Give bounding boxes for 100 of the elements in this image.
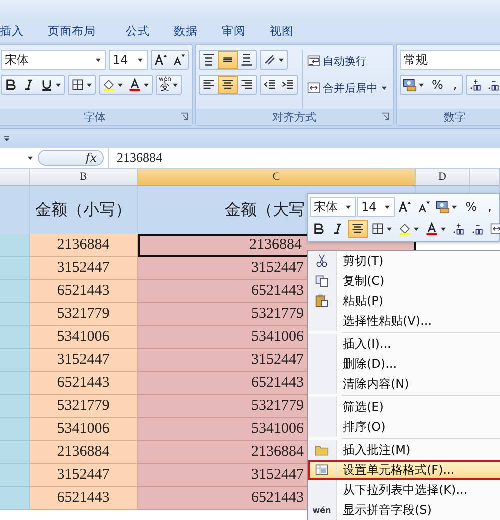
table-cell: 2136884	[30, 441, 138, 464]
menu-item[interactable]: 设置单元格格式(F)...	[308, 460, 500, 480]
table-cell: 5321779	[30, 303, 138, 326]
table-cell	[0, 464, 30, 487]
font-name-field[interactable]: 宋体	[310, 197, 356, 217]
align-top-icon	[202, 53, 216, 67]
dropdown-arrow-icon	[137, 58, 144, 62]
dropdown-arrow-icon	[278, 58, 285, 62]
shrink-font-icon	[172, 53, 186, 67]
folder-icon	[315, 443, 329, 457]
scissors-icon	[315, 254, 329, 268]
wrap-text-icon	[307, 54, 321, 68]
currency-icon	[436, 200, 450, 214]
column-header[interactable]: B	[30, 169, 138, 186]
table-cell: 6521443	[30, 372, 138, 395]
dropdown-arrow-icon	[384, 204, 391, 210]
table-cell	[0, 303, 30, 326]
align-button[interactable]	[218, 51, 238, 69]
group-caption: 字体	[84, 110, 106, 124]
dropdown-arrow-icon	[413, 226, 420, 232]
clipboard-icon	[315, 294, 329, 308]
menu-item[interactable]: 选择性粘贴(V)...	[308, 311, 500, 331]
borders-icon	[371, 222, 385, 236]
table-cell	[0, 186, 30, 234]
dropdown-arrow-icon	[117, 82, 124, 88]
ribbon-tab[interactable]: 插入	[0, 24, 38, 38]
column-header[interactable]: D	[416, 169, 470, 186]
percent-button[interactable]: %	[427, 76, 448, 94]
table-cell	[0, 326, 30, 349]
align-button[interactable]	[218, 76, 238, 94]
font-color-icon	[425, 222, 439, 236]
ribbon-tab[interactable]: 审阅	[210, 24, 258, 38]
ribbon-tab[interactable]: 页面布局	[38, 24, 114, 38]
table-cell	[0, 257, 30, 280]
comma-button[interactable]: ,	[483, 198, 497, 216]
menu-item[interactable]: 筛选(E)	[308, 397, 500, 417]
align-center-button[interactable]	[348, 220, 368, 238]
column-header[interactable]: C	[138, 169, 416, 186]
group-caption: 数字	[444, 110, 466, 124]
table-cell: 3152447	[30, 349, 138, 372]
bold-icon	[312, 222, 326, 236]
dropdown-arrow-icon	[345, 204, 352, 210]
borders-icon	[71, 78, 85, 92]
ribbon-tab[interactable]: 公式	[114, 24, 162, 38]
ribbon-tab[interactable]: 视图	[258, 24, 306, 38]
group-caption: 对齐方式	[272, 110, 316, 124]
table-cell: 金额（小写）	[30, 186, 138, 234]
dropdown-arrow-icon	[381, 86, 388, 90]
dropdown-arrow-icon	[86, 82, 93, 88]
menu-item[interactable]: 插入(I)...	[308, 334, 500, 354]
table-cell: 5341006	[30, 418, 138, 441]
outdent-icon	[263, 78, 277, 92]
table-cell: 6521443	[30, 487, 138, 510]
number-format-field[interactable]: 常规	[400, 50, 500, 70]
align-center-icon	[351, 222, 365, 236]
table-cell	[0, 372, 30, 395]
dropdown-arrow-icon	[143, 82, 150, 88]
table-cell	[0, 418, 30, 441]
table-cell	[0, 395, 30, 418]
align-center-icon	[221, 78, 235, 92]
fill-bucket-icon	[398, 222, 412, 236]
menu-item[interactable]: 插入批注(M)	[308, 440, 500, 460]
table-cell: 5321779	[30, 395, 138, 418]
table-cell	[0, 234, 30, 257]
ribbon-tab[interactable]: 数据	[162, 24, 210, 38]
table-cell: 3152447	[30, 464, 138, 487]
merge-center-button[interactable]: 合并后居中	[305, 77, 390, 99]
table-cell: 2136884	[30, 234, 138, 257]
wrap-text-button[interactable]: 自动换行	[305, 50, 390, 72]
bold-icon	[4, 78, 18, 92]
menu-item[interactable]: 排序(O)	[308, 417, 500, 437]
dialog-launcher-icon	[381, 112, 390, 121]
font-size-field[interactable]: 14	[357, 197, 395, 217]
dropdown-arrow-icon	[440, 226, 447, 232]
dropdown-arrow-icon	[450, 204, 458, 210]
increase-decimal-icon	[452, 222, 466, 236]
font-color-icon	[128, 78, 142, 92]
font-name-field[interactable]: 宋体	[1, 50, 106, 70]
font-size-field[interactable]: 14	[108, 50, 148, 70]
insert-function-button[interactable]: fx	[86, 151, 97, 165]
formula-input[interactable]: 2136884	[108, 148, 500, 168]
percent-button[interactable]: %	[460, 198, 482, 216]
table-cell	[0, 280, 30, 303]
increase-decimal-icon	[469, 78, 484, 92]
fill-bucket-icon	[102, 78, 116, 92]
table-cell	[0, 487, 30, 510]
orientation-icon	[263, 53, 277, 67]
table-cell	[0, 349, 30, 372]
dropdown-arrow-icon	[172, 82, 180, 88]
dropdown-arrow-icon	[418, 82, 425, 88]
currency-icon	[403, 78, 417, 92]
comma-button[interactable]: ,	[448, 76, 462, 94]
dropdown-arrow-icon	[55, 82, 62, 88]
menu-item[interactable]: 清除内容(N)	[308, 374, 500, 394]
dialog-launcher-icon	[180, 112, 189, 121]
indent-icon	[281, 78, 295, 92]
table-cell	[0, 441, 30, 464]
align-bottom-icon	[240, 53, 254, 67]
align-right-icon	[240, 78, 254, 92]
table-icon	[315, 463, 329, 477]
